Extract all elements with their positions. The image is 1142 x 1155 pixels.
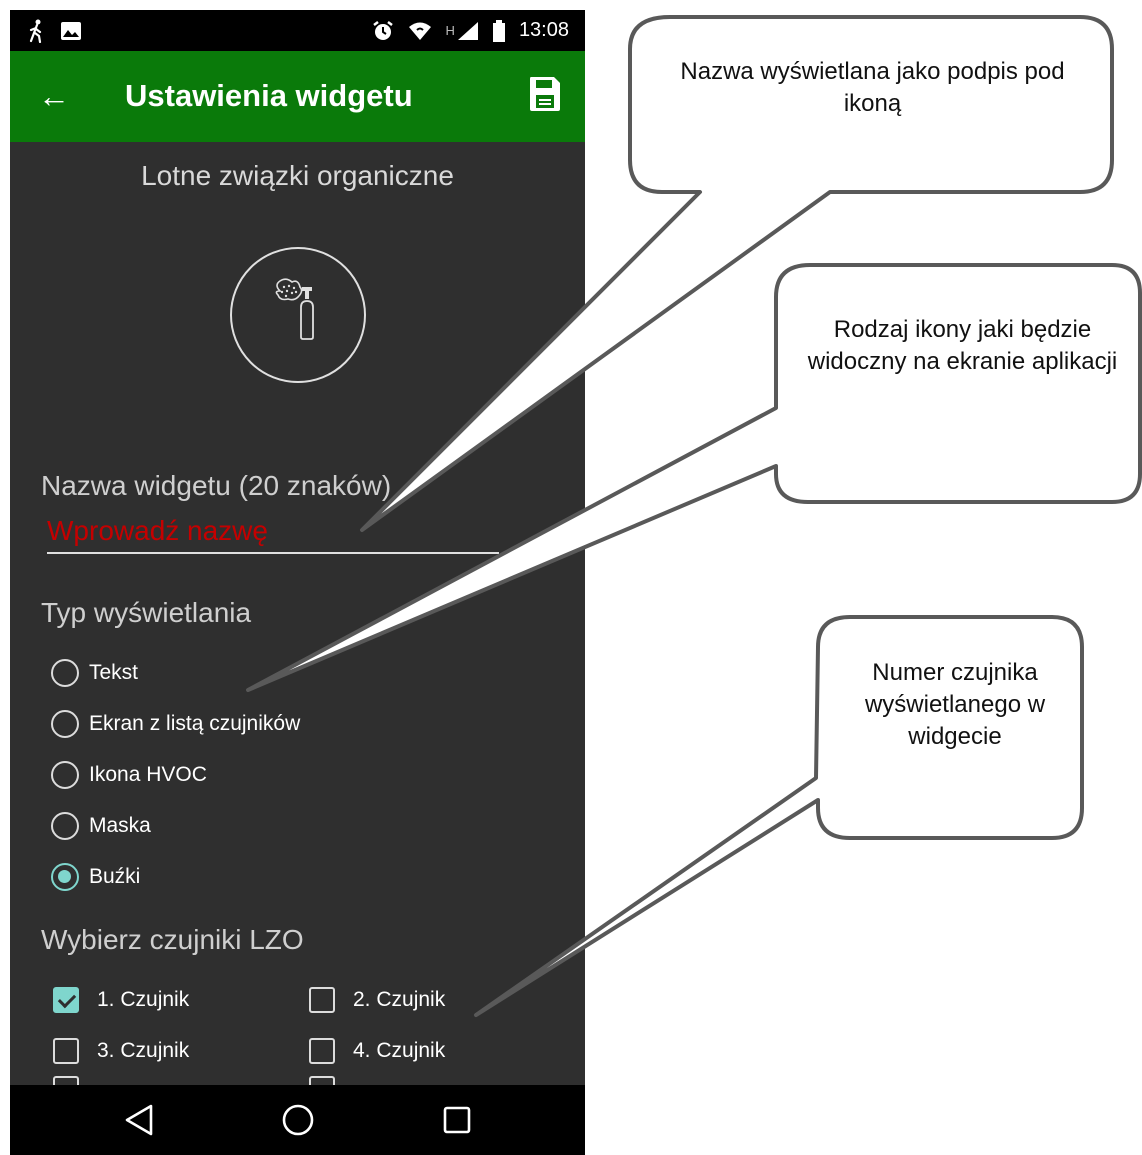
callout-text-name: Nazwa wyświetlana jako podpis pod ikoną bbox=[680, 58, 1065, 117]
callout-text-icon: Rodzaj ikony jaki będzie widoczny na ekr… bbox=[807, 316, 1118, 375]
callout-layer bbox=[246, 15, 1142, 1017]
callout-text-sensor: Numer czujnika wyświetlanego w widgecie bbox=[864, 659, 1046, 750]
